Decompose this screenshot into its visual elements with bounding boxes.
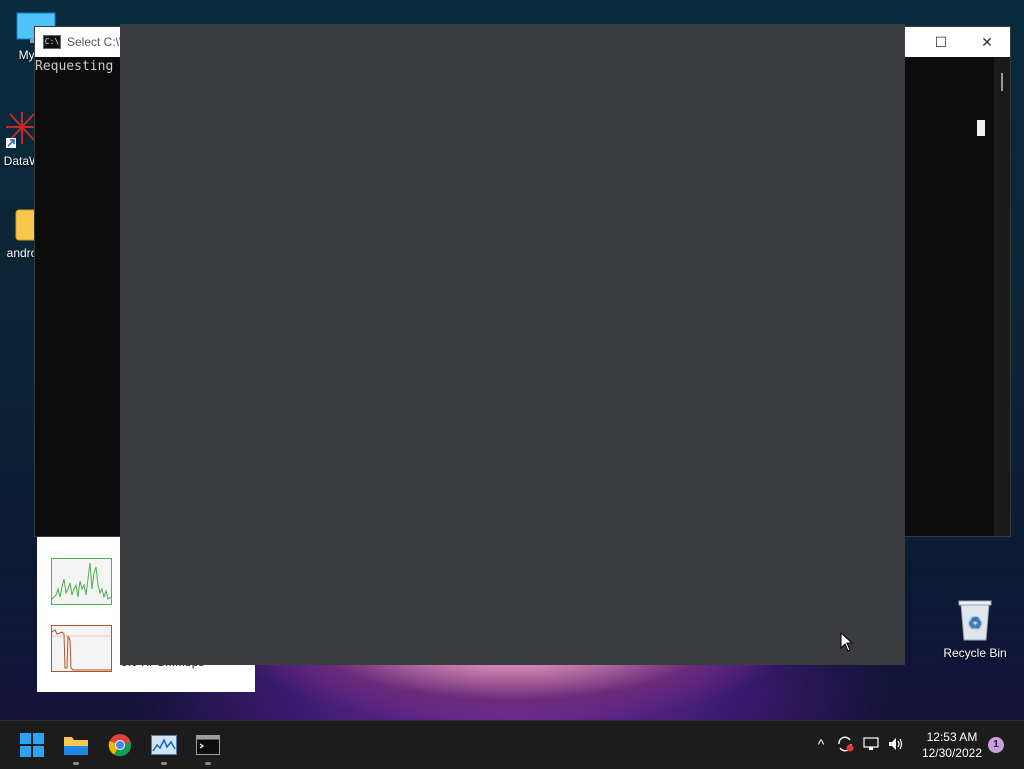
console-text: Requesting bbox=[35, 59, 114, 74]
clock-time: 12:53 AM bbox=[926, 730, 978, 744]
desktop-icon-label: andro bbox=[6, 246, 38, 260]
vertical-scrollbar[interactable] bbox=[994, 57, 1010, 536]
network-graph-line bbox=[51, 629, 111, 671]
desktop-icon-recycle-bin[interactable]: ♻ Recycle Bin bbox=[940, 598, 1010, 660]
cpu-graph bbox=[51, 558, 112, 605]
volume-icon[interactable] bbox=[885, 733, 907, 755]
chrome-icon bbox=[108, 734, 132, 757]
scrollbar-thumb[interactable] bbox=[1001, 73, 1003, 91]
desktop-icon-label: Recycle Bin bbox=[943, 646, 1007, 660]
notification-badge[interactable]: 1 bbox=[988, 737, 1004, 753]
taskbar-performance-monitor[interactable] bbox=[148, 729, 180, 765]
start-button[interactable] bbox=[16, 729, 48, 761]
close-button[interactable]: ✕ bbox=[964, 27, 1010, 57]
running-indicator bbox=[161, 762, 167, 765]
performance-monitor-icon bbox=[151, 735, 177, 755]
taskbar-command-prompt[interactable] bbox=[192, 729, 224, 765]
taskbar: ^ 12:53 AM 12/30/2022 1 bbox=[0, 720, 1024, 769]
command-prompt-icon: C:\ bbox=[43, 35, 61, 49]
blank-overlay-window[interactable] bbox=[120, 24, 905, 665]
taskbar-chrome[interactable] bbox=[104, 729, 136, 761]
text-cursor bbox=[977, 120, 985, 136]
cpu-graph-line bbox=[51, 562, 112, 600]
taskbar-file-explorer[interactable] bbox=[60, 729, 92, 765]
maximize-button[interactable]: ☐ bbox=[918, 27, 964, 57]
recycle-bin-icon: ♻ bbox=[956, 598, 994, 642]
taskbar-clock[interactable]: 12:53 AM 12/30/2022 bbox=[922, 729, 982, 761]
windows-start-icon bbox=[20, 733, 44, 757]
running-indicator bbox=[73, 762, 79, 765]
show-hidden-icons-button[interactable]: ^ bbox=[810, 733, 832, 755]
chevron-up-icon: ^ bbox=[817, 736, 825, 752]
command-prompt-icon bbox=[196, 735, 220, 755]
svg-text:♻: ♻ bbox=[968, 613, 982, 632]
network-icon[interactable] bbox=[860, 733, 882, 755]
file-explorer-icon bbox=[64, 737, 88, 755]
sync-status-icon[interactable] bbox=[834, 733, 856, 755]
clock-date: 12/30/2022 bbox=[921, 746, 982, 760]
running-indicator bbox=[205, 762, 211, 765]
mouse-pointer-icon bbox=[840, 631, 854, 657]
network-graph bbox=[51, 625, 112, 672]
